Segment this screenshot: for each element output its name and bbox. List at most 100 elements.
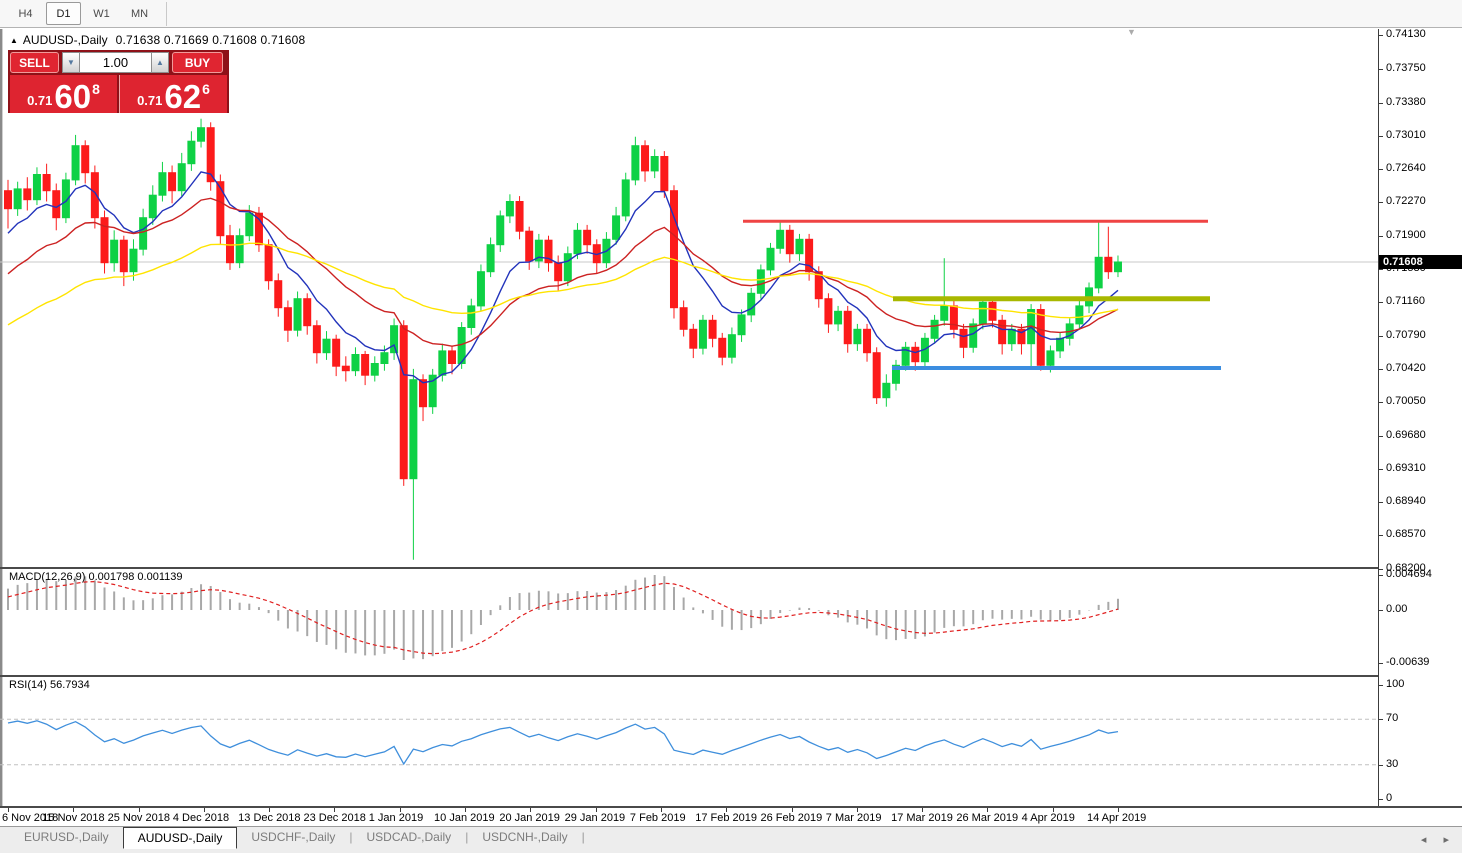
date-axis-label: 20 Jan 2019	[499, 812, 560, 824]
date-axis-label: 4 Apr 2019	[1022, 812, 1075, 824]
sell-price-big: 60	[54, 83, 91, 110]
rsi-axis-label-tick	[1379, 765, 1383, 766]
price-axis-label-tick	[1379, 502, 1383, 503]
buy-price-display[interactable]: 0.71 62 6	[119, 75, 227, 113]
volume-increase-button[interactable]: ▲	[151, 52, 169, 73]
price-axis-label-tick	[1379, 302, 1383, 303]
one-click-trading-panel: SELL ▼ ▲ BUY 0.71 60 8 0.71 62 6	[8, 50, 229, 113]
date-axis-label: 15 Nov 2018	[42, 812, 104, 824]
rsi-axis-label-tick	[1379, 685, 1383, 686]
sell-price-display[interactable]: 0.71 60 8	[10, 75, 117, 113]
price-axis-label-tick	[1379, 269, 1383, 270]
splitter-macd-rsi[interactable]	[0, 675, 1462, 677]
splitter-main-macd[interactable]	[0, 567, 1462, 569]
price-axis-label: 0.74130	[1386, 28, 1426, 40]
price-axis-label: 0.71160	[1386, 295, 1425, 307]
macd-signal-line	[8, 582, 1118, 654]
price-axis-label: 0.70790	[1386, 329, 1426, 341]
price-axis-label-tick	[1379, 103, 1383, 104]
date-axis-label: 7 Feb 2019	[630, 812, 686, 824]
tab-separator: |	[582, 827, 585, 844]
rsi-axis-label: 100	[1386, 678, 1404, 690]
price-axis-label-tick	[1379, 336, 1383, 337]
chart-title-symbol: AUDUSD-,Daily	[23, 33, 108, 47]
date-axis-label: 13 Dec 2018	[238, 812, 300, 824]
chart-title-ohlc: 0.71638 0.71669 0.71608 0.71608	[116, 33, 306, 47]
timeframe-button-w1[interactable]: W1	[84, 2, 119, 25]
candles-layer	[5, 119, 1122, 560]
volume-decrease-button[interactable]: ▼	[62, 52, 80, 73]
price-axis-label: 0.72270	[1386, 195, 1426, 207]
price-axis-label-tick	[1379, 535, 1383, 536]
date-axis-label: 1 Jan 2019	[369, 812, 423, 824]
tabs-scroll-arrows[interactable]: ◂ ▸	[1421, 833, 1456, 846]
date-axis-label: 23 Dec 2018	[303, 812, 365, 824]
timeframe-button-d1[interactable]: D1	[46, 2, 81, 25]
price-axis-label-tick	[1379, 469, 1383, 470]
chart-title: ▲ AUDUSD-,Daily 0.71638 0.71669 0.71608 …	[10, 33, 305, 47]
buy-price-pip: 6	[202, 82, 210, 96]
price-axis-label-tick	[1379, 569, 1383, 570]
date-axis[interactable]: 6 Nov 201815 Nov 201825 Nov 20184 Dec 20…	[0, 808, 1378, 826]
chart-canvas[interactable]	[0, 29, 1378, 806]
price-axis-label: 0.73010	[1386, 129, 1426, 141]
sell-button[interactable]: SELL	[10, 52, 59, 73]
macd-axis-min-tick	[1379, 663, 1383, 664]
buy-price-prefix: 0.71	[137, 94, 162, 110]
macd-histogram	[8, 575, 1118, 660]
tab-usdcnh[interactable]: USDCNH-,Daily	[468, 827, 581, 847]
price-axis-label: 0.73750	[1386, 62, 1426, 74]
chart-tabbar: EURUSD-,DailyAUDUSD-,DailyUSDCHF-,Daily |…	[0, 826, 1462, 853]
tab-usdcad[interactable]: USDCAD-,Daily	[353, 827, 466, 847]
price-axis-label-tick	[1379, 136, 1383, 137]
tab-eurusd[interactable]: EURUSD-,Daily	[10, 827, 123, 847]
date-axis-label: 25 Nov 2018	[108, 812, 170, 824]
buy-button[interactable]: BUY	[172, 52, 223, 73]
date-axis-label: 17 Mar 2019	[891, 812, 953, 824]
one-click-collapse-icon[interactable]: ▲	[10, 36, 18, 45]
price-axis-label-tick	[1379, 436, 1383, 437]
buy-price-big: 62	[164, 83, 201, 110]
date-axis-label: 14 Apr 2019	[1087, 812, 1146, 824]
rsi-axis-label-tick	[1379, 799, 1383, 800]
ma-fast-line	[8, 172, 1118, 383]
price-axis-label: 0.69680	[1386, 429, 1426, 441]
date-axis-label: 7 Mar 2019	[826, 812, 882, 824]
macd-axis-max-tick	[1379, 575, 1383, 576]
rsi-axis-label: 0	[1386, 792, 1392, 804]
toolbar-separator	[166, 2, 167, 26]
price-axis-label-tick	[1379, 169, 1383, 170]
rsi-line	[8, 721, 1118, 764]
timeframe-button-mn[interactable]: MN	[122, 2, 157, 25]
price-axis-label-tick	[1379, 69, 1383, 70]
price-axis-label-tick	[1379, 369, 1383, 370]
macd-axis-zero-tick	[1379, 610, 1383, 611]
macd-axis-min: -0.00639	[1386, 656, 1429, 668]
price-axis-label-tick	[1379, 236, 1383, 237]
volume-input[interactable]	[80, 52, 151, 73]
price-axis-label-tick	[1379, 202, 1383, 203]
timeframe-toolbar: H4D1W1MN	[0, 0, 1462, 28]
price-axis-label: 0.70050	[1386, 395, 1426, 407]
price-axis-label-tick	[1379, 402, 1383, 403]
price-axis-label: 0.68940	[1386, 495, 1426, 507]
price-axis[interactable]: 0.74130 0.73750 0.73380 0.73010 0.72640 0.722…	[1378, 29, 1462, 806]
macd-axis-zero: 0.00	[1386, 603, 1407, 615]
price-axis-label: 0.69310	[1386, 462, 1426, 474]
tab-audusd[interactable]: AUDUSD-,Daily	[123, 827, 238, 849]
tab-usdchf[interactable]: USDCHF-,Daily	[237, 827, 349, 847]
current-price-tag: 0.71608	[1379, 255, 1462, 269]
timeframe-button-h4[interactable]: H4	[8, 2, 43, 25]
chart-shift-marker-icon[interactable]: ▼	[1127, 27, 1136, 37]
rsi-axis-label-tick	[1379, 719, 1383, 720]
macd-axis-max: 0.004694	[1386, 568, 1432, 580]
price-axis-label: 0.70420	[1386, 362, 1426, 374]
price-axis-label: 0.72640	[1386, 162, 1426, 174]
sell-price-prefix: 0.71	[27, 94, 52, 110]
date-axis-label: 29 Jan 2019	[565, 812, 626, 824]
hline-objects	[743, 221, 1221, 368]
rsi-label: RSI(14) 56.7934	[9, 679, 90, 691]
price-axis-label: 0.73380	[1386, 96, 1426, 108]
rsi-level-lines	[0, 719, 1378, 765]
date-axis-label: 26 Mar 2019	[956, 812, 1018, 824]
